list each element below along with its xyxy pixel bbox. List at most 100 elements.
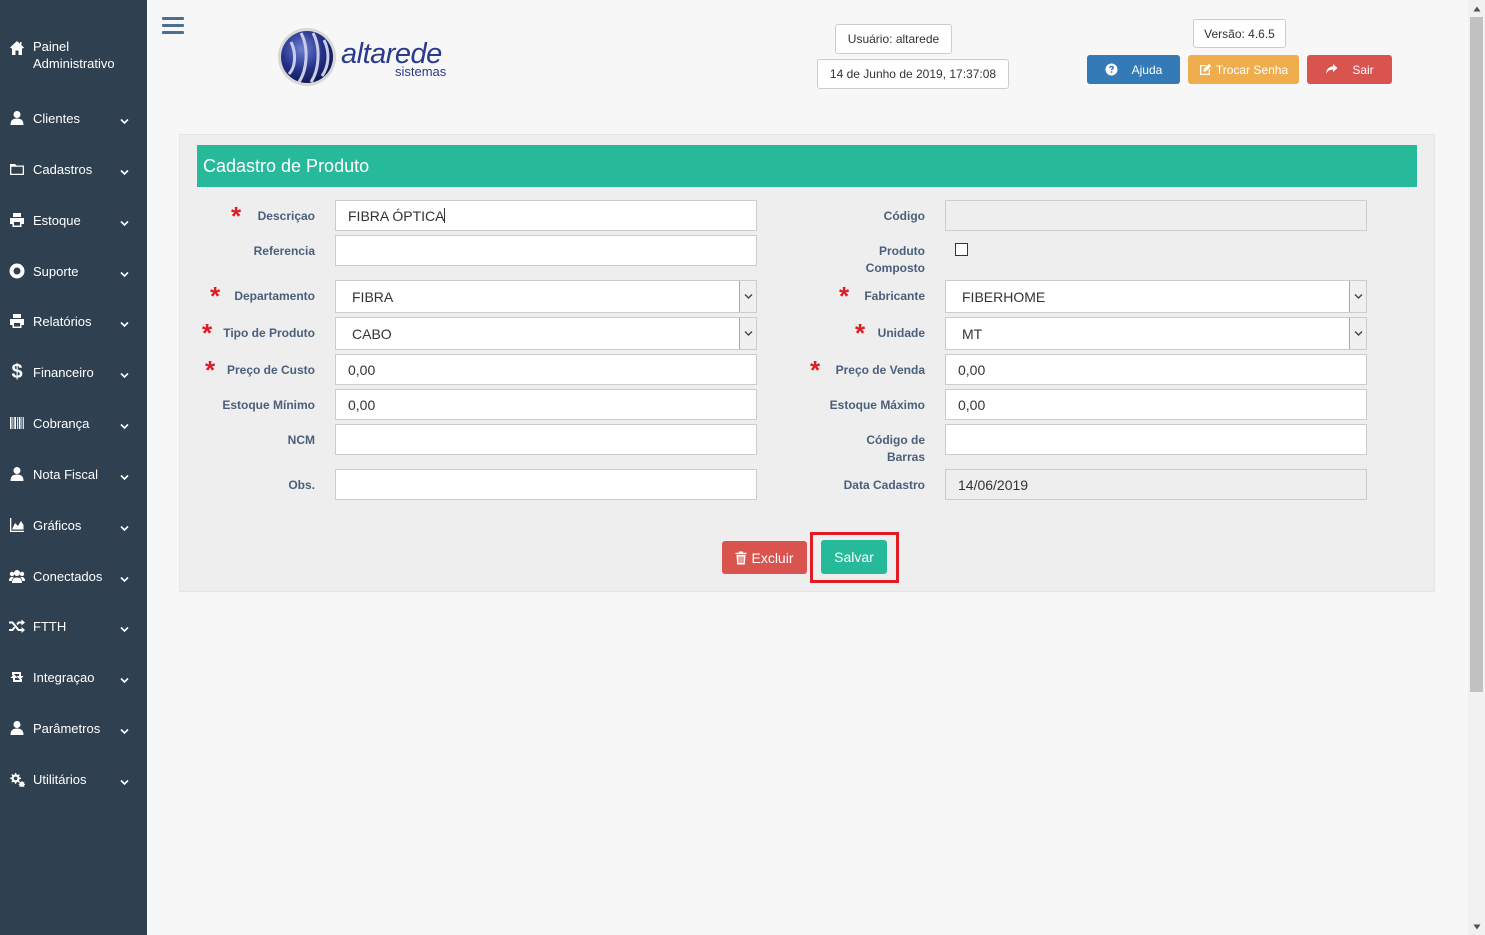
change-password-button[interactable]: Trocar Senha (1188, 55, 1299, 84)
produto-composto-label: Produto Composto (845, 243, 925, 277)
text-cursor (444, 208, 446, 223)
sidebar-item-label: Cobrança (33, 415, 90, 431)
help-button[interactable]: Ajuda (1087, 55, 1180, 84)
chevron-down-icon (120, 419, 129, 430)
chevron-down-icon (1349, 318, 1366, 349)
logout-label: Sair (1352, 62, 1374, 77)
share-arrow-icon (1325, 63, 1338, 76)
estoque-maximo-label: Estoque Máximo (829, 398, 925, 412)
ncm-label: NCM (287, 433, 315, 447)
sidebar-item-estoque[interactable]: Estoque (0, 202, 147, 238)
required-asterisk-icon: * (205, 355, 216, 385)
chevron-down-icon (1349, 281, 1366, 312)
print-icon (7, 313, 27, 329)
departamento-label: Departamento (234, 289, 315, 303)
chevron-down-icon (120, 572, 129, 583)
sidebar-item-label: Integraçao (33, 669, 95, 685)
preco-custo-input[interactable]: 0,00 (335, 354, 757, 385)
home-icon (7, 40, 27, 56)
tipo-produto-label: Tipo de Produto (223, 326, 315, 340)
sidebar-item-suporte[interactable]: Suporte (0, 253, 147, 289)
edit-icon (1199, 63, 1212, 76)
chevron-down-icon (739, 281, 756, 312)
user-icon (7, 466, 27, 482)
print-icon (7, 212, 27, 228)
tipo-produto-value: CABO (352, 325, 392, 342)
sidebar-item-utilitarios[interactable]: Utilitários (0, 761, 147, 797)
fabricante-select[interactable]: FIBERHOME (945, 280, 1367, 313)
produto-composto-label-line1: Produto (879, 244, 925, 258)
chevron-down-icon (120, 317, 129, 328)
sidebar-item-cobranca[interactable]: Cobrança (0, 405, 147, 441)
chevron-down-icon (120, 470, 129, 481)
referencia-input[interactable] (335, 235, 757, 266)
required-asterisk-icon: * (210, 281, 221, 311)
change-password-label: Trocar Senha (1215, 62, 1289, 77)
logout-button[interactable]: Sair (1307, 55, 1392, 84)
sidebar-item-cadastros[interactable]: Cadastros (0, 151, 147, 187)
chevron-down-icon (120, 521, 129, 532)
datetime-badge: 14 de Junho de 2019, 17:37:08 (817, 59, 1009, 89)
tipo-produto-select[interactable]: CABO (335, 317, 757, 350)
sidebar-item-label: Financeiro (33, 364, 94, 380)
chevron-down-icon (120, 775, 129, 786)
sidebar-item-parametros[interactable]: Parâmetros (0, 710, 147, 746)
ncm-input[interactable] (335, 424, 757, 455)
chevron-down-icon (120, 368, 129, 379)
scroll-up-arrow-icon[interactable] (1468, 0, 1485, 17)
logo: altarede sistemas (277, 26, 462, 90)
preco-venda-input[interactable]: 0,00 (945, 354, 1367, 385)
chevron-down-icon (120, 165, 129, 176)
trash-icon (735, 551, 747, 565)
unidade-value: MT (962, 325, 983, 342)
version-badge: Versão: 4.6.5 (1193, 19, 1286, 48)
retweet-icon (7, 669, 27, 685)
scrollbar[interactable] (1468, 0, 1485, 935)
sidebar-item-label: Suporte (33, 263, 79, 279)
sidebar-item-label: Parâmetros (33, 720, 101, 736)
barcode-icon (7, 415, 27, 431)
scroll-down-arrow-icon[interactable] (1468, 918, 1485, 935)
estoque-minimo-input[interactable]: 0,00 (335, 389, 757, 420)
produto-composto-checkbox[interactable] (955, 243, 968, 256)
save-button[interactable]: Salvar (821, 540, 887, 574)
logo-subtitle: sistemas (395, 64, 447, 79)
sidebar-item-conectados[interactable]: Conectados (0, 558, 147, 594)
referencia-label: Referencia (253, 244, 315, 258)
sidebar-item-clientes[interactable]: Clientes (0, 100, 147, 136)
sidebar-item-label: FTTH (33, 618, 67, 634)
codigo-barras-input[interactable] (945, 424, 1367, 455)
sidebar-item-relatorios[interactable]: Relatórios (0, 303, 147, 339)
sidebar-item-label: Nota Fiscal (33, 466, 99, 482)
chevron-down-icon (120, 114, 129, 125)
sidebar-item-nota-fiscal[interactable]: Nota Fiscal (0, 456, 147, 492)
question-circle-icon (1105, 63, 1118, 76)
descricao-input[interactable]: FIBRA ÓPTICA (335, 200, 757, 231)
codigo-barras-label: Código de Barras (845, 432, 925, 466)
sidebar-item-ftth[interactable]: FTTH (0, 608, 147, 644)
sidebar-item-label: Painel (33, 39, 70, 54)
users-icon (7, 568, 27, 584)
sidebar-item-integracao[interactable]: Integraçao (0, 659, 147, 695)
estoque-maximo-input[interactable]: 0,00 (945, 389, 1367, 420)
descricao-label: Descriçao (257, 209, 315, 223)
cogs-icon (7, 771, 27, 787)
lifebuoy-icon (7, 263, 27, 279)
unidade-select[interactable]: MT (945, 317, 1367, 350)
codigo-barras-label-line1: Código de (866, 433, 925, 447)
sidebar-item-painel[interactable]: Painel Administrativo (0, 38, 147, 80)
required-asterisk-icon: * (202, 318, 213, 348)
fabricante-label: Fabricante (864, 289, 925, 303)
obs-input[interactable] (335, 469, 757, 500)
sidebar-item-label: Estoque (33, 212, 81, 228)
sidebar-item-graficos[interactable]: Gráficos (0, 507, 147, 543)
delete-button[interactable]: Excluir (722, 541, 807, 574)
sidebar-item-label: Administrativo (33, 56, 115, 71)
hamburger-menu-icon[interactable] (162, 17, 184, 37)
area-chart-icon (7, 517, 27, 533)
help-button-label: Ajuda (1131, 62, 1163, 77)
departamento-select[interactable]: FIBRA (335, 280, 757, 313)
scroll-thumb[interactable] (1470, 17, 1483, 692)
chevron-down-icon (739, 318, 756, 349)
sidebar-item-financeiro[interactable]: $ Financeiro (0, 354, 147, 390)
